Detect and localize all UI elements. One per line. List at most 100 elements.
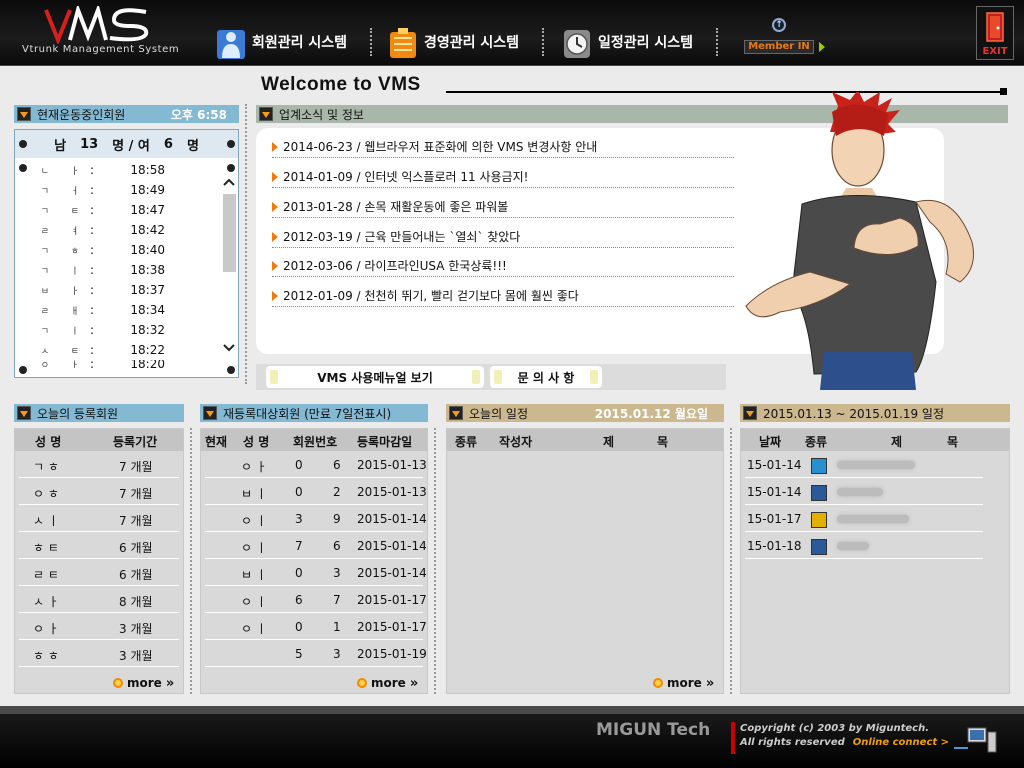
fitness-character-illustration (745, 92, 974, 390)
news-link[interactable]: 2013-01-28 / 손목 재활운동에 좋은 파워볼 (272, 196, 734, 218)
table-row[interactable]: ㅎ ㅎ3 개월 (15, 640, 183, 667)
table-header: 날짜 종류 제 목 (741, 429, 1009, 451)
rereg-panel: 현재 성 명 회원번호 등록마감일 ㅇ ㅏ 0 6 2015-01-13 ㅂ ㅣ022… (200, 428, 428, 694)
list-item[interactable]: ㄱㅌ:18:47 (15, 200, 207, 220)
down-arrow-icon (17, 406, 31, 420)
door-exit-icon (986, 12, 1004, 42)
column-divider (730, 428, 732, 694)
table-row[interactable]: ㅇ ㅣ 6 7 2015-01-17 (201, 586, 427, 613)
news-link[interactable]: 2012-03-06 / 라이프라인USA 한국상륙!!! (272, 255, 734, 277)
snowflake-icon (811, 539, 827, 555)
clock-schedule-icon (562, 24, 594, 60)
current-time: 오후 6:58 (170, 107, 227, 122)
redacted-title (837, 488, 883, 496)
table-row[interactable]: 15-01-14 (741, 451, 987, 478)
table-header: 현재 성 명 회원번호 등록마감일 (201, 429, 427, 451)
table-row[interactable]: ㅇ ㅣ 7 6 2015-01-14 (201, 532, 427, 559)
news-link[interactable]: 2014-01-09 / 인터넷 익스플로러 11 사용금지! (272, 166, 734, 188)
table-row[interactable]: 15-01-14 (741, 478, 987, 505)
online-members-title: 현재운동중인회원 (37, 107, 126, 122)
list-item[interactable]: ㅂㅏ:18:37 (15, 280, 207, 300)
redacted-title (837, 461, 915, 469)
rereg-more-button[interactable]: more » (357, 675, 418, 691)
bullet-arrow-icon (272, 260, 278, 271)
nav-label: 일정관리 시스템 (598, 35, 694, 51)
female-label: 명 / 여 (112, 138, 150, 154)
today-schedule-more-button[interactable]: more » (653, 675, 714, 691)
vms-logo (44, 6, 149, 44)
nav-separator (542, 28, 544, 56)
table-row[interactable]: ㄹ ㅌ6 개월 (15, 559, 183, 586)
table-row[interactable]: ㅇ ㅣ 3 9 2015-01-14 (201, 505, 427, 532)
exit-button[interactable]: EXIT (976, 6, 1014, 60)
list-item[interactable]: ㄱㅎ:18:40 (15, 240, 207, 260)
table-row[interactable]: ㅂ ㅣ 0 3 2015-01-14 (201, 559, 427, 586)
table-row[interactable]: ㅅ ㅏ8 개월 (15, 586, 183, 613)
footer-accent (731, 722, 735, 754)
down-arrow-icon (259, 107, 273, 121)
manual-view-button[interactable]: VMS 사용메뉴얼 보기 (266, 366, 484, 388)
table-row[interactable]: 5 3 2015-01-19 (201, 640, 427, 667)
list-item[interactable]: ㅇㅏ:18:20 (15, 360, 207, 368)
nav-business-management[interactable]: 경영관리 시스템 (388, 24, 519, 60)
footer: MIGUN Tech Copyright (c) 2003 by Migunte… (0, 714, 1024, 768)
footer-bar (0, 706, 1024, 714)
online-count-summary: 남 13 명 / 여 6 명 (15, 130, 238, 158)
double-chevron-right-icon: » (705, 675, 715, 691)
logo-subtitle: Vtrunk Management System (22, 44, 180, 55)
bullet-arrow-icon (272, 171, 278, 182)
news-title: 업계소식 및 정보 (279, 107, 364, 122)
news-link[interactable]: 2012-03-19 / 근육 만들어내는 `열쇠` 찾았다 (272, 226, 734, 248)
management-box-icon (388, 24, 420, 60)
welcome-title: Welcome to VMS (261, 74, 421, 95)
list-item[interactable]: ㄹㅕ:18:42 (15, 220, 207, 240)
member-person-icon (216, 24, 248, 60)
today-registered-header: 오늘의 등록회원 (14, 404, 184, 422)
table-row[interactable]: ㅇ ㅎ7 개월 (15, 478, 183, 505)
table-row[interactable]: ㅅ ㅣ7 개월 (15, 505, 183, 532)
today-registered-title: 오늘의 등록회원 (37, 406, 119, 421)
table-row[interactable]: ㅂ ㅣ 0 2 2015-01-13 (201, 478, 427, 505)
inquiry-button[interactable]: 문 의 사 항 (490, 366, 602, 388)
table-row[interactable]: ㅎ ㅌ6 개월 (15, 532, 183, 559)
member-in-control[interactable]: ↑ Member IN (744, 18, 828, 58)
male-label: 남 (54, 138, 67, 154)
member-in-button[interactable]: Member IN (744, 40, 814, 54)
news-link[interactable]: 2014-06-23 / 웹브라우저 표준화에 의한 VMS 변경사항 안내 (272, 136, 734, 158)
table-row[interactable]: ㅇ ㅏ 0 6 2015-01-13 (201, 451, 427, 478)
chevron-down-icon[interactable] (221, 342, 237, 354)
table-row[interactable]: 15-01-17 (741, 505, 987, 532)
week-schedule-panel: 날짜 종류 제 목 15-01-14 15-01-14 15-01-17 15-… (740, 428, 1010, 694)
female-count: 6 (163, 136, 173, 152)
nav-label: 경영관리 시스템 (424, 35, 520, 51)
news-link[interactable]: 2012-01-09 / 천천히 뛰기, 빨리 걷기보다 몸에 훨씬 좋다 (272, 285, 734, 307)
nav-member-management[interactable]: 회원관리 시스템 (216, 24, 347, 60)
rereg-title: 재등록대상회원 (만료 7일전표시) (223, 406, 392, 421)
corner-bolt-icon (227, 164, 235, 172)
table-row[interactable]: ㅇ ㅣ 0 1 2015-01-17 (201, 613, 427, 640)
nav-label: 회원관리 시스템 (252, 35, 348, 51)
nav-separator (716, 28, 718, 56)
chevron-up-icon[interactable] (221, 176, 237, 188)
corner-bolt-icon (19, 140, 27, 148)
list-item[interactable]: ㄱㅣ:18:32 (15, 320, 207, 340)
online-members-panel: 남 13 명 / 여 6 명 ㄴㅏ:18:58 ㄱㅓ:18:49 ㄱㅌ:18:4… (14, 129, 239, 378)
table-row[interactable]: ㅇ ㅏ3 개월 (15, 613, 183, 640)
smiley-icon (811, 512, 827, 528)
bullet-arrow-icon (272, 141, 278, 152)
table-row[interactable]: 15-01-18 (741, 532, 987, 559)
table-row[interactable]: ㄱ ㅎ7 개월 (15, 451, 183, 478)
today-registered-more-button[interactable]: more » (113, 675, 174, 691)
list-item[interactable]: ㄴㅏ:18:58 (15, 160, 207, 180)
list-item[interactable]: ㄱㅓ:18:49 (15, 180, 207, 200)
list-item[interactable]: ㄱㅣ:18:38 (15, 260, 207, 280)
list-item[interactable]: ㄹㅐ:18:34 (15, 300, 207, 320)
scrollbar-thumb[interactable] (223, 194, 236, 272)
snowflake-icon (811, 485, 827, 501)
online-list-scrollbar[interactable] (221, 172, 237, 362)
online-members-header: 현재운동중인회원 오후 6:58 (14, 105, 239, 123)
online-connect-link[interactable]: Online connect > (853, 737, 949, 748)
welcome-divider-end (1000, 88, 1007, 95)
list-item[interactable]: ㅅㅌ:18:22 (15, 340, 207, 360)
nav-schedule-management[interactable]: 일정관리 시스템 (562, 24, 693, 60)
